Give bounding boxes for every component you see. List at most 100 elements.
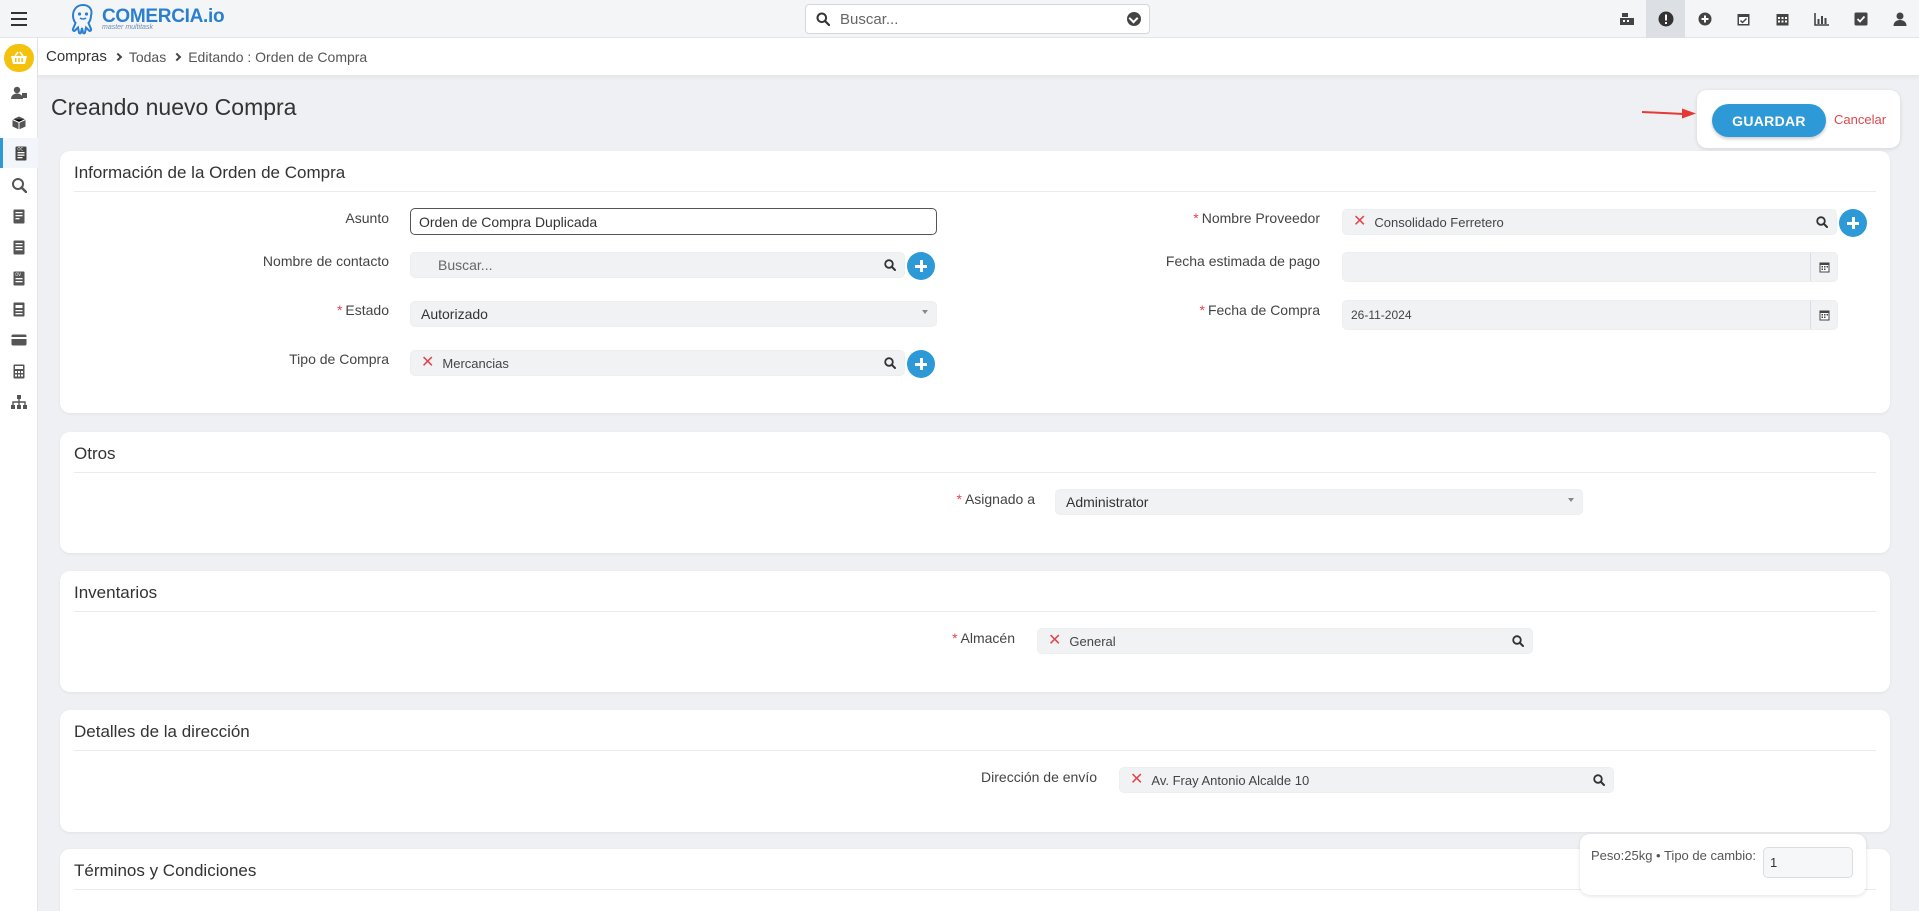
sidebar-item-payments[interactable] — [0, 325, 38, 355]
clear-x-icon[interactable]: ✕ — [1353, 214, 1366, 230]
sidebar-item-contacts[interactable] — [0, 78, 38, 108]
asignado-value: Administrator — [1066, 494, 1149, 510]
direccion-envio-field[interactable]: ✕ Av. Fray Antonio Alcalde 10 — [1119, 767, 1614, 793]
hamburger-menu-icon[interactable] — [8, 8, 30, 30]
asunto-label: Asunto — [345, 210, 389, 226]
asunto-field[interactable]: Orden de Compra Duplicada — [410, 208, 937, 235]
weight-exchange-summary: Peso:25kg • Tipo de cambio: — [1591, 848, 1756, 863]
exchange-rate-input[interactable] — [1763, 847, 1853, 878]
sidebar-item-calculator[interactable] — [0, 356, 38, 386]
direccion-envio-label: Dirección de envío — [981, 769, 1097, 785]
search-options-chevron-icon[interactable] — [1127, 12, 1141, 26]
page-title: Creando nuevo Compra — [51, 94, 297, 120]
top-bar: COMERCIA.io master multitask — [0, 0, 1919, 38]
search-dollar-icon — [11, 177, 27, 193]
tipo-compra-value: Mercancias — [442, 355, 509, 371]
sidebar-item-quotes[interactable] — [0, 232, 38, 262]
sidebar-item-invoices[interactable] — [0, 201, 38, 231]
almacen-field[interactable]: ✕ General — [1037, 628, 1533, 654]
search-icon[interactable] — [1512, 635, 1524, 647]
fecha-compra-field[interactable]: 26-11-2024 — [1342, 300, 1838, 330]
estado-value: Autorizado — [421, 306, 488, 322]
direccion-envio-value: Av. Fray Antonio Alcalde 10 — [1151, 772, 1310, 788]
chevron-right-icon — [172, 52, 182, 61]
credit-card-icon — [11, 334, 27, 346]
proveedor-field[interactable]: ✕ Consolidado Ferretero — [1342, 209, 1837, 235]
estado-label: * Estado — [336, 302, 389, 318]
save-button[interactable]: GUARDAR — [1712, 104, 1826, 137]
calendar-icon[interactable] — [1763, 0, 1802, 38]
sidebar-item-products[interactable] — [0, 108, 38, 138]
sidebar-item-organization[interactable] — [0, 387, 38, 417]
brand-name: COMERCIA.io — [102, 5, 225, 27]
contact-search-field[interactable]: Buscar... — [410, 252, 905, 278]
estado-select[interactable]: Autorizado — [410, 301, 937, 327]
action-bar: GUARDAR Cancelar — [1697, 90, 1900, 148]
user-icon[interactable] — [1880, 0, 1919, 38]
clear-x-icon[interactable]: ✕ — [421, 355, 434, 371]
breadcrumb-item-todas[interactable]: Todas — [129, 49, 166, 65]
tipo-compra-label: Tipo de Compra — [289, 351, 389, 367]
caret-down-icon — [922, 310, 928, 314]
asunto-value: Orden de Compra Duplicada — [419, 213, 598, 230]
global-search[interactable] — [805, 4, 1150, 34]
alert-icon[interactable] — [1646, 0, 1685, 38]
breadcrumb-item-compras[interactable]: Compras — [46, 48, 107, 65]
asignado-select[interactable]: Administrator — [1055, 489, 1583, 515]
checkbox-icon[interactable] — [1841, 0, 1880, 38]
panel-purchase-info: Información de la Orden de Compra Asunto… — [60, 151, 1890, 413]
almacen-label: * Almacén — [952, 630, 1015, 646]
weight-exchange-box: Peso:25kg • Tipo de cambio: — [1580, 834, 1866, 895]
add-tipo-compra-button[interactable] — [907, 350, 935, 378]
plus-circle-icon[interactable] — [1685, 0, 1724, 38]
sidebar-item-orders[interactable]: OV — [0, 263, 38, 293]
panel-title: Términos y Condiciones — [74, 861, 257, 880]
invoice-icon — [13, 209, 25, 223]
search-icon[interactable] — [884, 357, 896, 369]
almacen-value: General — [1069, 633, 1116, 649]
panel-title: Otros — [74, 444, 116, 463]
fecha-pago-field[interactable] — [1342, 252, 1838, 282]
tipo-compra-field[interactable]: ✕ Mercancias — [410, 350, 905, 376]
clear-x-icon[interactable]: ✕ — [1048, 633, 1061, 649]
global-search-input[interactable] — [840, 10, 1110, 28]
panel-title: Información de la Orden de Compra — [74, 163, 346, 182]
cash-register-icon[interactable] — [1607, 0, 1646, 38]
add-contact-button[interactable] — [907, 252, 935, 280]
search-icon[interactable] — [1593, 774, 1605, 786]
box-icon — [12, 116, 26, 130]
sidebar-item-receipts[interactable] — [0, 294, 38, 324]
divider — [74, 472, 1876, 473]
sitemap-icon — [11, 395, 27, 409]
asignado-label: * Asignado a — [956, 491, 1035, 507]
add-proveedor-button[interactable] — [1839, 209, 1867, 237]
calendar-icon[interactable] — [1810, 301, 1837, 329]
svg-text:OC: OC — [17, 146, 23, 151]
clear-x-icon[interactable]: ✕ — [1130, 772, 1143, 788]
search-icon[interactable] — [1816, 216, 1828, 228]
breadcrumb: Compras Todas Editando : Orden de Compra — [38, 38, 1919, 76]
cancel-link[interactable]: Cancelar — [1834, 112, 1886, 127]
panel-inventarios: Inventarios * Almacén ✕ General — [60, 571, 1890, 692]
calendar-icon[interactable] — [1810, 253, 1837, 281]
panel-otros: Otros * Asignado a Administrator — [60, 432, 1890, 553]
logo[interactable]: COMERCIA.io master multitask — [68, 2, 225, 36]
fecha-compra-value: 26-11-2024 — [1351, 308, 1412, 322]
sales-order-icon: OV — [13, 271, 25, 285]
caret-down-icon — [1568, 498, 1574, 502]
sidebar-item-search[interactable] — [0, 170, 38, 200]
svg-text:OV: OV — [15, 272, 21, 277]
contacto-label: Nombre de contacto — [262, 253, 389, 269]
octopus-logo-icon — [71, 3, 93, 35]
proveedor-label: * Nombre Proveedor — [1193, 210, 1320, 226]
proveedor-value: Consolidado Ferretero — [1374, 214, 1504, 230]
calculator-icon — [13, 364, 25, 378]
contact-search-placeholder: Buscar... — [438, 257, 493, 273]
home-basket-icon[interactable] — [4, 44, 34, 72]
calendar-check-icon[interactable] — [1724, 0, 1763, 38]
search-icon[interactable] — [884, 259, 896, 271]
fecha-compra-label: * Fecha de Compra — [1199, 302, 1320, 318]
receipt-icon — [13, 302, 25, 316]
chart-icon[interactable] — [1802, 0, 1841, 38]
sidebar-item-purchases[interactable]: OC — [0, 138, 38, 168]
